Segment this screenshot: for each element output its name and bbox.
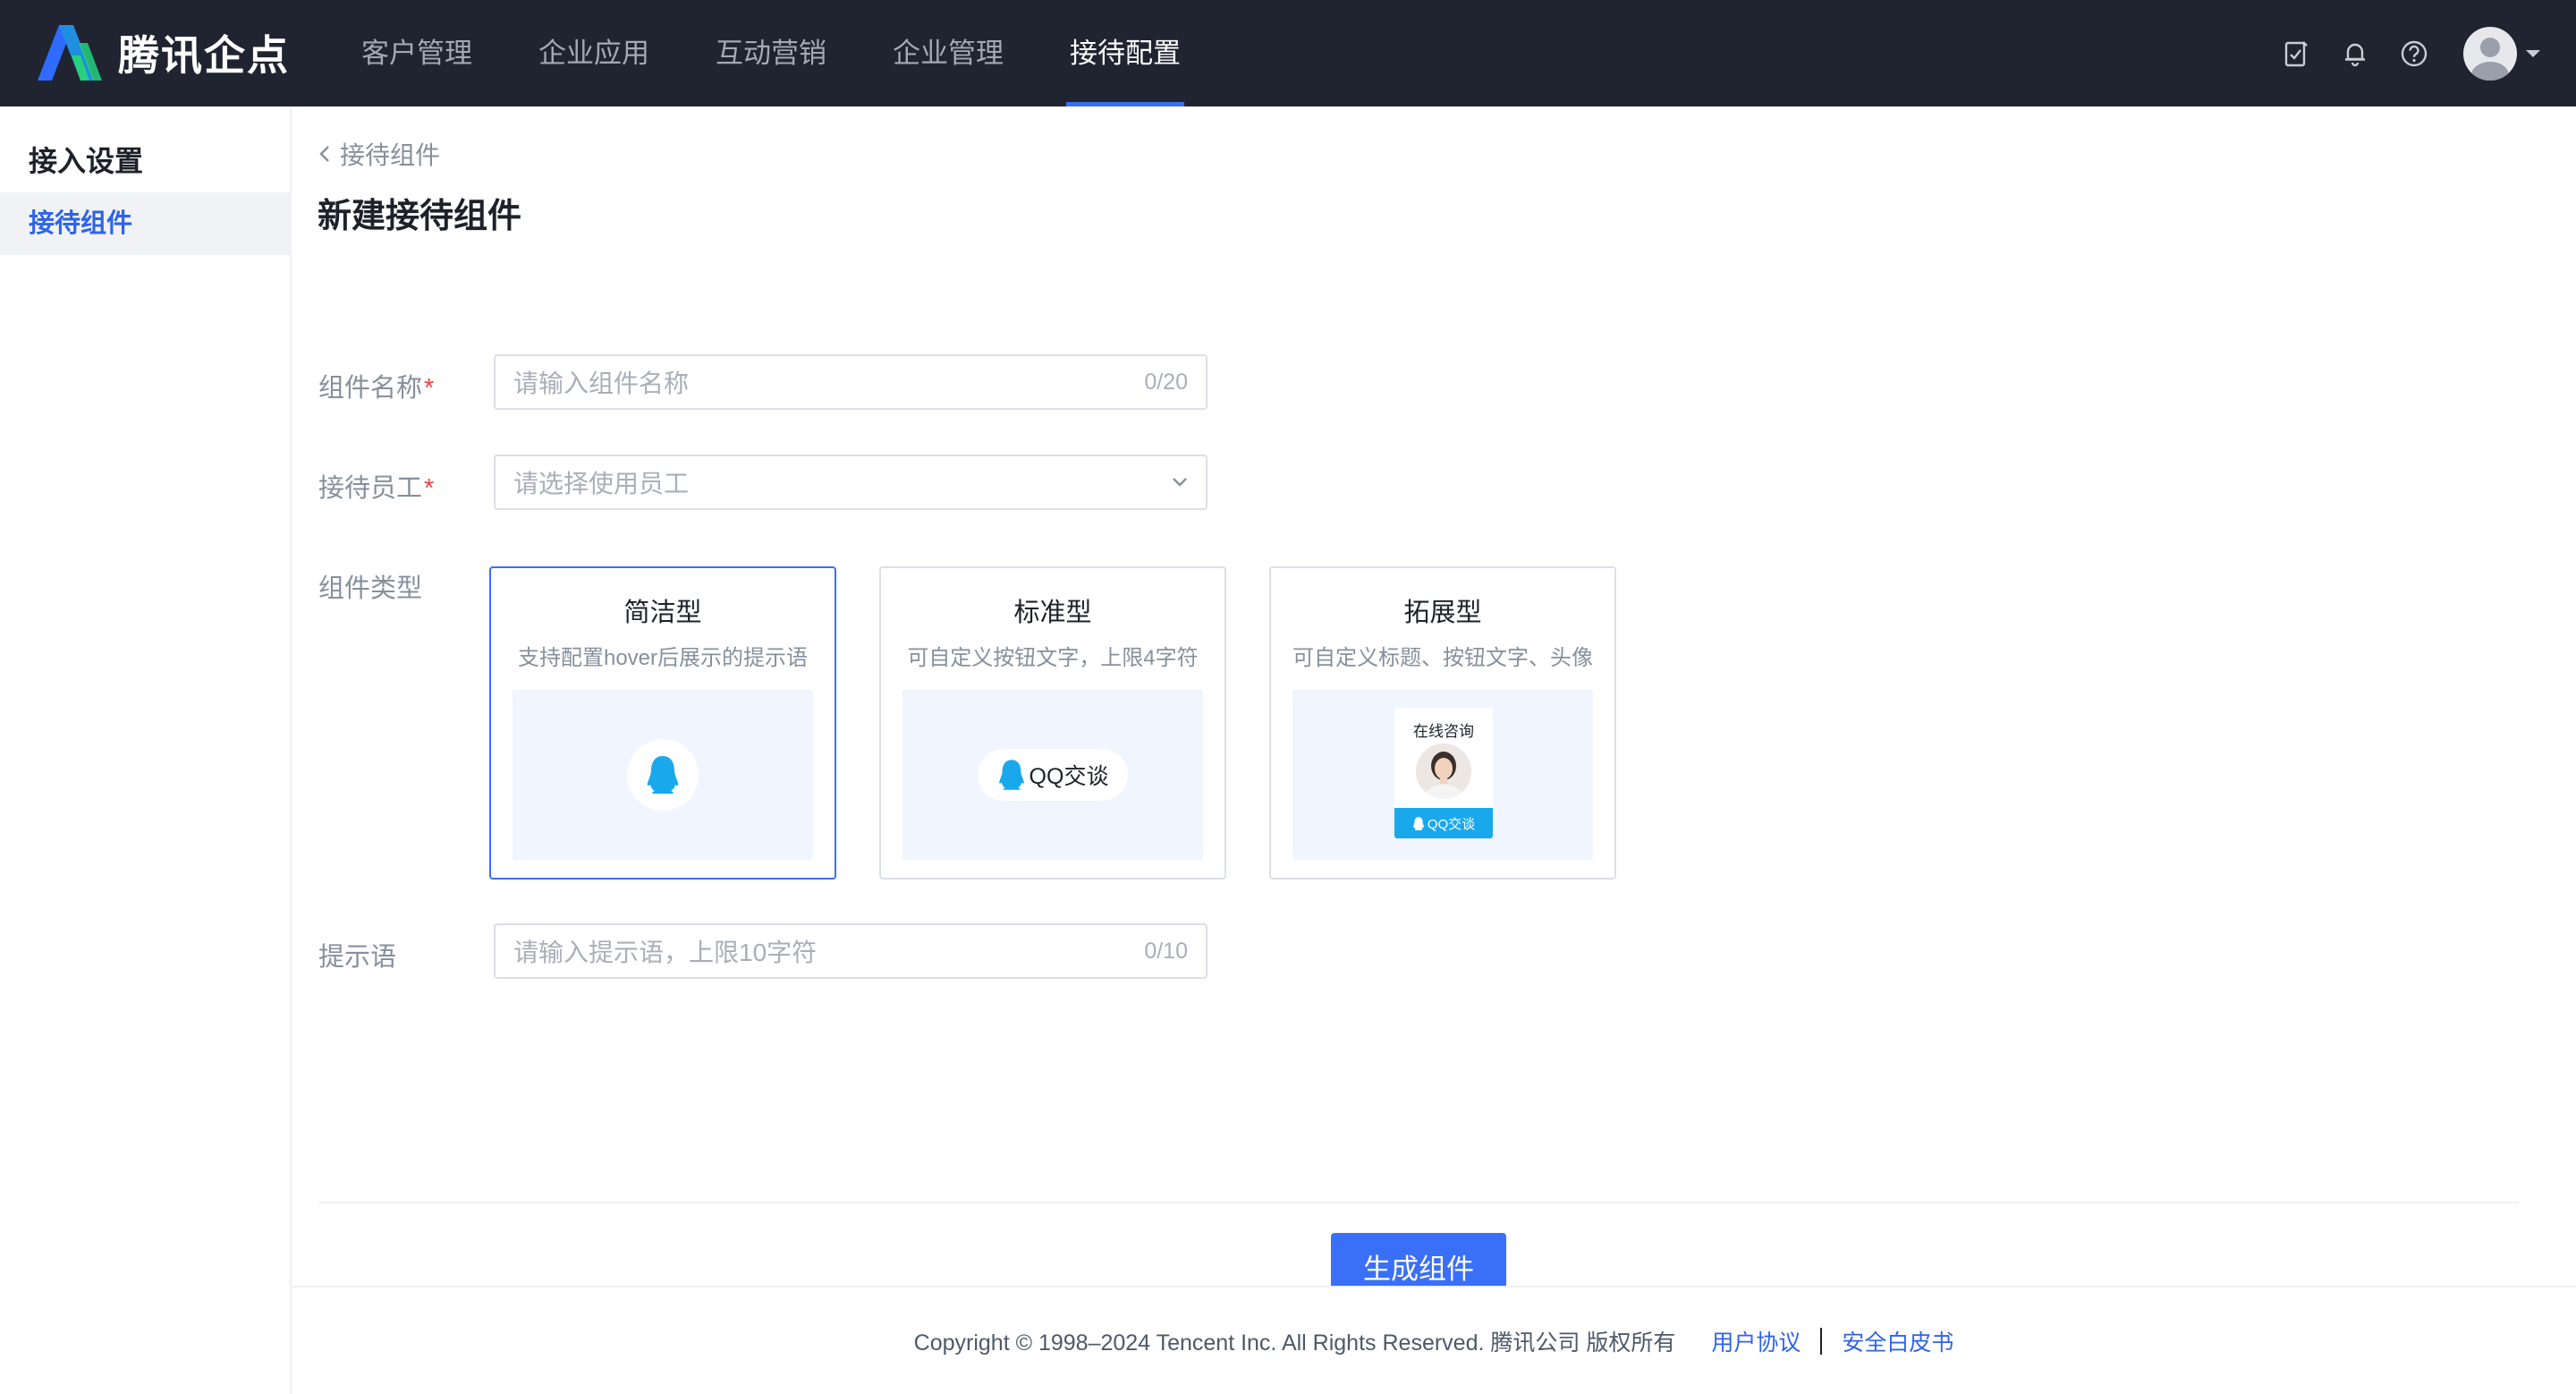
preview-qq-chat-button: QQ交谈 bbox=[1394, 808, 1493, 838]
staff-select[interactable]: 请选择使用员工 bbox=[494, 455, 1208, 510]
footer: Copyright © 1998–2024 Tencent Inc. All R… bbox=[292, 1286, 2576, 1394]
nav-item-reception-config[interactable]: 接待配置 bbox=[1066, 0, 1184, 106]
required-mark: * bbox=[424, 474, 435, 503]
type-card-extended[interactable]: 拓展型 可自定义标题、按钮文字、头像 在线咨询 QQ交谈 bbox=[1269, 566, 1616, 880]
nav-item-customer-management[interactable]: 客户管理 bbox=[360, 0, 474, 106]
preview-qq-chat-button: QQ交谈 bbox=[978, 749, 1128, 801]
preview-qq-bubble bbox=[627, 739, 699, 811]
nav-item-interactive-marketing[interactable]: 互动营销 bbox=[714, 0, 828, 106]
field-label-widget-type: 组件类型 bbox=[318, 574, 423, 603]
card-preview bbox=[513, 690, 813, 860]
card-preview: QQ交谈 bbox=[902, 690, 1203, 860]
nav-item-enterprise-apps[interactable]: 企业应用 bbox=[537, 0, 651, 106]
sidebar-item-reception-widget[interactable]: 接待组件 bbox=[0, 192, 290, 255]
main-nav: 客户管理 企业应用 互动营销 企业管理 接待配置 bbox=[360, 0, 1245, 106]
top-navigation-bar: 腾讯企点 客户管理 企业应用 互动营销 企业管理 接待配置 bbox=[0, 0, 2576, 106]
user-agreement-link[interactable]: 用户协议 bbox=[1711, 1325, 1801, 1357]
required-mark: * bbox=[424, 374, 435, 403]
card-description: 可自定义按钮文字，上限4字符 bbox=[907, 646, 1199, 670]
brand-name: 腾讯企点 bbox=[118, 32, 290, 79]
qq-penguin-icon bbox=[1412, 816, 1424, 830]
preview-mini-widget: 在线咨询 QQ交谈 bbox=[1394, 708, 1493, 838]
bell-icon[interactable] bbox=[2340, 38, 2370, 69]
field-label-reception-staff: 接待员工* bbox=[318, 467, 434, 505]
staff-select-placeholder: 请选择使用员工 bbox=[513, 470, 690, 497]
qq-penguin-icon bbox=[998, 760, 1024, 790]
tip-input[interactable]: 请输入提示语，上限10字符 0/10 bbox=[494, 923, 1208, 979]
card-preview: 在线咨询 QQ交谈 bbox=[1292, 690, 1593, 860]
type-card-standard[interactable]: 标准型 可自定义按钮文字，上限4字符 QQ交谈 bbox=[879, 566, 1226, 880]
form-divider bbox=[318, 1202, 2519, 1203]
user-silhouette-icon bbox=[2471, 37, 2509, 81]
widget-name-input[interactable]: 请输入组件名称 0/20 bbox=[494, 354, 1208, 410]
char-counter: 0/10 bbox=[1144, 938, 1188, 964]
footer-content: Copyright © 1998–2024 Tencent Inc. All R… bbox=[292, 1325, 2576, 1357]
widget-name-placeholder: 请输入组件名称 bbox=[513, 370, 690, 397]
sidebar: 接入设置 接待组件 bbox=[0, 106, 292, 1394]
field-label-tip: 提示语 bbox=[318, 943, 397, 972]
brand-logo-icon bbox=[38, 25, 102, 81]
generate-widget-button[interactable]: 生成组件 bbox=[1331, 1233, 1506, 1288]
user-avatar[interactable] bbox=[2463, 26, 2517, 81]
card-title: 标准型 bbox=[1013, 599, 1092, 627]
field-label-text: 组件名称 bbox=[318, 374, 423, 403]
field-label-widget-name: 组件名称* bbox=[318, 367, 434, 404]
chevron-left-icon bbox=[319, 146, 329, 162]
card-description: 可自定义标题、按钮文字、头像 bbox=[1292, 646, 1593, 670]
breadcrumb-back-label: 接待组件 bbox=[340, 141, 441, 169]
type-card-simple[interactable]: 简洁型 支持配置hover后展示的提示语 bbox=[489, 566, 836, 880]
qq-penguin-icon bbox=[647, 756, 679, 794]
copyright-text: Copyright © 1998–2024 Tencent Inc. All R… bbox=[913, 1330, 1676, 1356]
card-description: 支持配置hover后展示的提示语 bbox=[517, 646, 809, 670]
char-counter: 0/20 bbox=[1144, 369, 1188, 395]
preview-button-label: QQ交谈 bbox=[1029, 764, 1109, 789]
breadcrumb[interactable]: 接待组件 bbox=[318, 136, 440, 172]
card-title: 简洁型 bbox=[623, 599, 702, 627]
card-title: 拓展型 bbox=[1403, 599, 1482, 627]
field-label-text: 接待员工 bbox=[318, 474, 423, 503]
tip-placeholder: 请输入提示语，上限10字符 bbox=[513, 939, 818, 966]
chevron-down-icon bbox=[1173, 478, 1187, 487]
preview-button-label: QQ交谈 bbox=[1427, 816, 1476, 832]
security-whitepaper-link[interactable]: 安全白皮书 bbox=[1842, 1325, 1953, 1357]
agent-avatar-image bbox=[1416, 744, 1471, 799]
chevron-down-icon[interactable] bbox=[2526, 49, 2540, 57]
nav-item-enterprise-management[interactable]: 企业管理 bbox=[891, 0, 1005, 106]
top-icons-group bbox=[2252, 0, 2540, 106]
help-icon[interactable] bbox=[2399, 38, 2429, 69]
task-check-icon[interactable] bbox=[2281, 38, 2311, 69]
brand-logo[interactable]: 腾讯企点 bbox=[38, 23, 290, 82]
page-title: 新建接待组件 bbox=[318, 198, 522, 235]
footer-separator bbox=[1820, 1328, 1823, 1355]
sidebar-title: 接入设置 bbox=[29, 145, 144, 177]
preview-widget-title: 在线咨询 bbox=[1413, 723, 1474, 740]
